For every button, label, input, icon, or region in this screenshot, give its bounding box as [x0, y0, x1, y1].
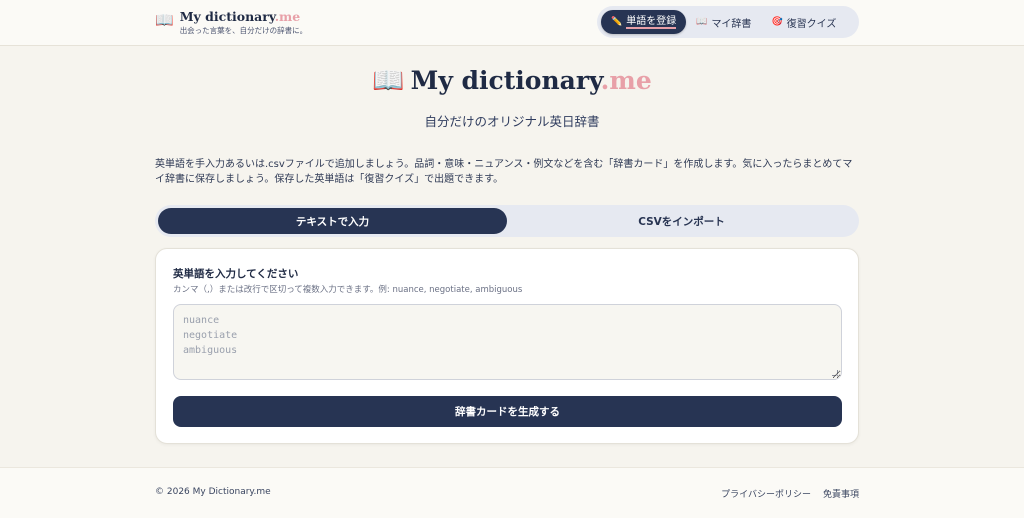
top-header: 📖 My dictionary.me 出会った言葉を、自分だけの辞書に。 ✏️ … [0, 0, 1024, 46]
main-nav: ✏️ 単語を登録 📖 マイ辞書 🎯 復習クイズ [597, 6, 859, 38]
brand-text: My dictionary.me 出会った言葉を、自分だけの辞書に。 [180, 9, 308, 35]
generate-cards-button[interactable]: 辞書カードを生成する [173, 396, 842, 427]
nav-review-quiz[interactable]: 🎯 復習クイズ [761, 10, 846, 34]
footer-links: プライバシーポリシー 免責事項 [721, 487, 859, 500]
resize-handle[interactable] [832, 370, 838, 376]
privacy-policy-link[interactable]: プライバシーポリシー [721, 487, 811, 500]
brand-title: My dictionary.me [179, 9, 301, 24]
textarea-placeholder: nuance negotiate ambiguous [183, 315, 238, 356]
input-mode-tabs: テキストで入力 CSVをインポート [155, 205, 859, 237]
page-subtitle: 自分だけのオリジナル英日辞書 [424, 114, 600, 129]
nav-my-dictionary-label: マイ辞書 [711, 18, 752, 30]
tab-text-input[interactable]: テキストで入力 [158, 208, 507, 234]
disclaimer-link[interactable]: 免責事項 [823, 487, 859, 500]
nav-review-quiz-label: 復習クイズ [786, 18, 837, 30]
nav-register-word[interactable]: ✏️ 単語を登録 [601, 10, 687, 34]
word-textarea[interactable]: nuance negotiate ambiguous [173, 304, 842, 380]
target-icon: 🎯 [771, 17, 783, 27]
brand-tagline: 出会った言葉を、自分だけの辞書に。 [179, 26, 308, 35]
form-hint: カンマ（,）または改行で区切って複数入力できます。例: nuance, nego… [173, 285, 523, 295]
tab-csv-import[interactable]: CSVをインポート [507, 208, 856, 234]
page-title: 📖 My dictionary.me [372, 66, 652, 96]
nav-my-dictionary[interactable]: 📖 マイ辞書 [686, 10, 761, 34]
nav-register-label: 単語を登録 [626, 15, 677, 29]
form-title: 英単語を入力してください [173, 268, 299, 280]
footer: © 2026 My Dictionary.me プライバシーポリシー 免責事項 [0, 467, 1024, 518]
pencil-icon: ✏️ [611, 17, 623, 27]
book-icon: 📖 [696, 17, 708, 27]
book-icon: 📖 [155, 11, 174, 29]
intro-text: 英単語を手入力あるいは.csvファイルで追加しましょう。品詞・意味・ニュアンス・… [155, 159, 853, 185]
book-icon: 📖 [372, 66, 405, 96]
word-input-card: 英単語を入力してください カンマ（,）または改行で区切って複数入力できます。例:… [155, 248, 859, 444]
copyright: © 2026 My Dictionary.me [155, 487, 271, 497]
brand[interactable]: 📖 My dictionary.me 出会った言葉を、自分だけの辞書に。 [155, 9, 307, 35]
